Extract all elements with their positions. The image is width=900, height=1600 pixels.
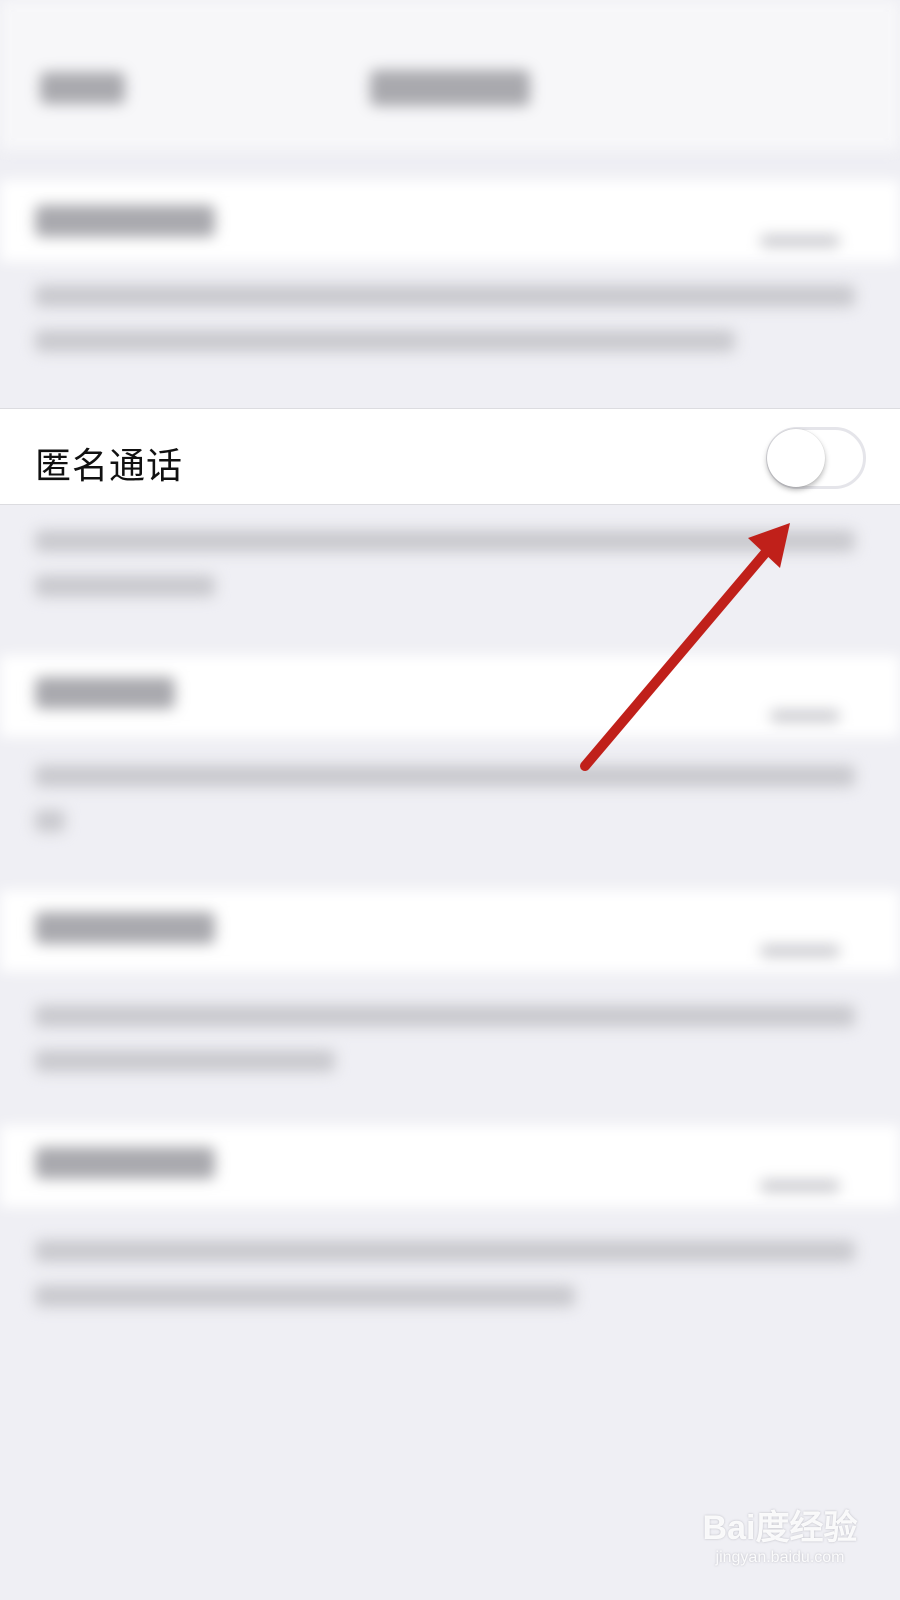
anonymous-call-label: 匿名通话 (35, 446, 184, 487)
watermark-url: jingyan.baidu.com (715, 1549, 845, 1566)
toggle-knob (767, 429, 825, 487)
blurred-background (0, 0, 900, 1600)
settings-row (0, 890, 900, 972)
anonymous-call-setting-row: 匿名通话 (0, 408, 900, 505)
description-text (35, 765, 855, 787)
description-text (35, 1005, 855, 1027)
settings-row (0, 655, 900, 737)
description-text (35, 810, 65, 832)
settings-row (0, 1125, 900, 1207)
baidu-jingyan-watermark: Bai度经验 jingyan.baidu.com (690, 1500, 870, 1590)
navigation-bar (0, 0, 900, 150)
anonymous-call-toggle[interactable] (766, 427, 866, 489)
watermark-logo: Bai度经验 (702, 1509, 858, 1547)
description-text (35, 330, 735, 352)
description-text (35, 575, 215, 597)
description-text (35, 1050, 335, 1072)
description-text (35, 530, 855, 552)
description-text (35, 285, 855, 307)
description-text (35, 1285, 575, 1307)
back-button (40, 72, 125, 104)
settings-row (0, 180, 900, 262)
description-text (35, 1240, 855, 1262)
nav-title (370, 70, 530, 106)
